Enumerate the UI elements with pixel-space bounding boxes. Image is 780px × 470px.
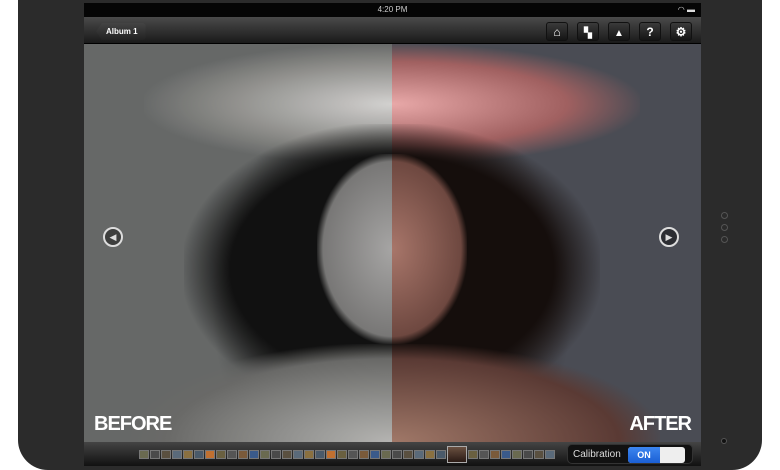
after-half — [392, 44, 701, 442]
thumbnail[interactable] — [139, 450, 149, 459]
before-half — [84, 44, 392, 442]
thumbnail[interactable] — [315, 450, 325, 459]
thumbnail[interactable] — [260, 450, 270, 459]
thumbnail[interactable] — [414, 450, 424, 459]
status-time: 4:20 PM — [377, 5, 408, 14]
thumbnail[interactable] — [403, 450, 413, 459]
calibration-label: Calibration — [573, 449, 621, 460]
thumbnail[interactable] — [161, 450, 171, 459]
toggle-on-state: ON — [628, 447, 660, 463]
bezel-dot — [721, 212, 728, 219]
thumbnail[interactable] — [545, 450, 555, 459]
bezel-sensor — [721, 438, 727, 444]
home-button[interactable]: ⌂ — [546, 22, 568, 41]
thumbnail-strip — [139, 446, 555, 463]
help-button[interactable]: ? — [639, 22, 661, 41]
thumbnail[interactable] — [337, 450, 347, 459]
arrow-left-icon: ◀ — [109, 232, 117, 242]
wifi-battery-icon: ◠ ▬ — [677, 5, 695, 14]
calibration-toggle[interactable]: ON — [628, 447, 685, 463]
back-button[interactable]: Album 1 — [96, 23, 146, 40]
previous-button[interactable]: ◀ — [103, 227, 123, 247]
thumbnail[interactable] — [293, 450, 303, 459]
nav-bar: Album 1 ⌂ ▚ ▲ ? ⚙ — [84, 17, 701, 44]
thumbnail[interactable] — [172, 450, 182, 459]
app-screen: 4:20 PM ◠ ▬ Album 1 ⌂ ▚ ▲ ? ⚙ BEFORE AFT… — [84, 3, 701, 466]
settings-button[interactable]: ⚙ — [670, 22, 692, 41]
arrow-right-icon: ▶ — [665, 232, 673, 242]
thumbnail[interactable] — [447, 446, 467, 463]
bottom-toolbar: Calibration ON — [84, 442, 701, 466]
thumbnail[interactable] — [501, 450, 511, 459]
help-icon: ? — [646, 25, 654, 39]
thumbnail[interactable] — [205, 450, 215, 459]
bezel-dot — [721, 236, 728, 243]
thumbnail[interactable] — [490, 450, 500, 459]
thumbnail[interactable] — [326, 450, 336, 459]
thumbnail[interactable] — [534, 450, 544, 459]
layers-icon: ▚ — [584, 28, 592, 39]
flask-icon: ▲ — [614, 28, 624, 39]
thumbnail[interactable] — [348, 450, 358, 459]
thumbnail[interactable] — [304, 450, 314, 459]
thumbnail[interactable] — [381, 450, 391, 459]
thumbnail[interactable] — [479, 450, 489, 459]
face — [392, 154, 467, 344]
thumbnail[interactable] — [370, 450, 380, 459]
after-label: AFTER — [629, 413, 692, 435]
face — [317, 154, 392, 344]
home-icon: ⌂ — [553, 25, 561, 39]
thumbnail[interactable] — [468, 450, 478, 459]
thumbnail[interactable] — [238, 450, 248, 459]
thumbnail[interactable] — [392, 450, 402, 459]
thumbnail[interactable] — [150, 450, 160, 459]
thumbnail[interactable] — [523, 450, 533, 459]
before-after-photo[interactable]: BEFORE AFTER ◀ ▶ — [84, 44, 701, 442]
thumbnail[interactable] — [249, 450, 259, 459]
gear-icon: ⚙ — [675, 25, 687, 39]
thumbnail[interactable] — [512, 450, 522, 459]
thumbnail[interactable] — [227, 450, 237, 459]
status-bar: 4:20 PM ◠ ▬ — [84, 3, 701, 17]
thumbnail[interactable] — [282, 450, 292, 459]
flask-button[interactable]: ▲ — [608, 22, 630, 41]
next-button[interactable]: ▶ — [659, 227, 679, 247]
shoulders — [392, 344, 660, 442]
thumbnail[interactable] — [271, 450, 281, 459]
thumbnail[interactable] — [183, 450, 193, 459]
calibration-control: Calibration ON — [567, 444, 693, 464]
thumbnail[interactable] — [194, 450, 204, 459]
before-label: BEFORE — [94, 413, 172, 435]
thumbnail[interactable] — [436, 450, 446, 459]
thumbnail[interactable] — [425, 450, 435, 459]
bezel-dot — [721, 224, 728, 231]
thumbnail[interactable] — [359, 450, 369, 459]
layers-button[interactable]: ▚ — [577, 22, 599, 41]
thumbnail[interactable] — [216, 450, 226, 459]
